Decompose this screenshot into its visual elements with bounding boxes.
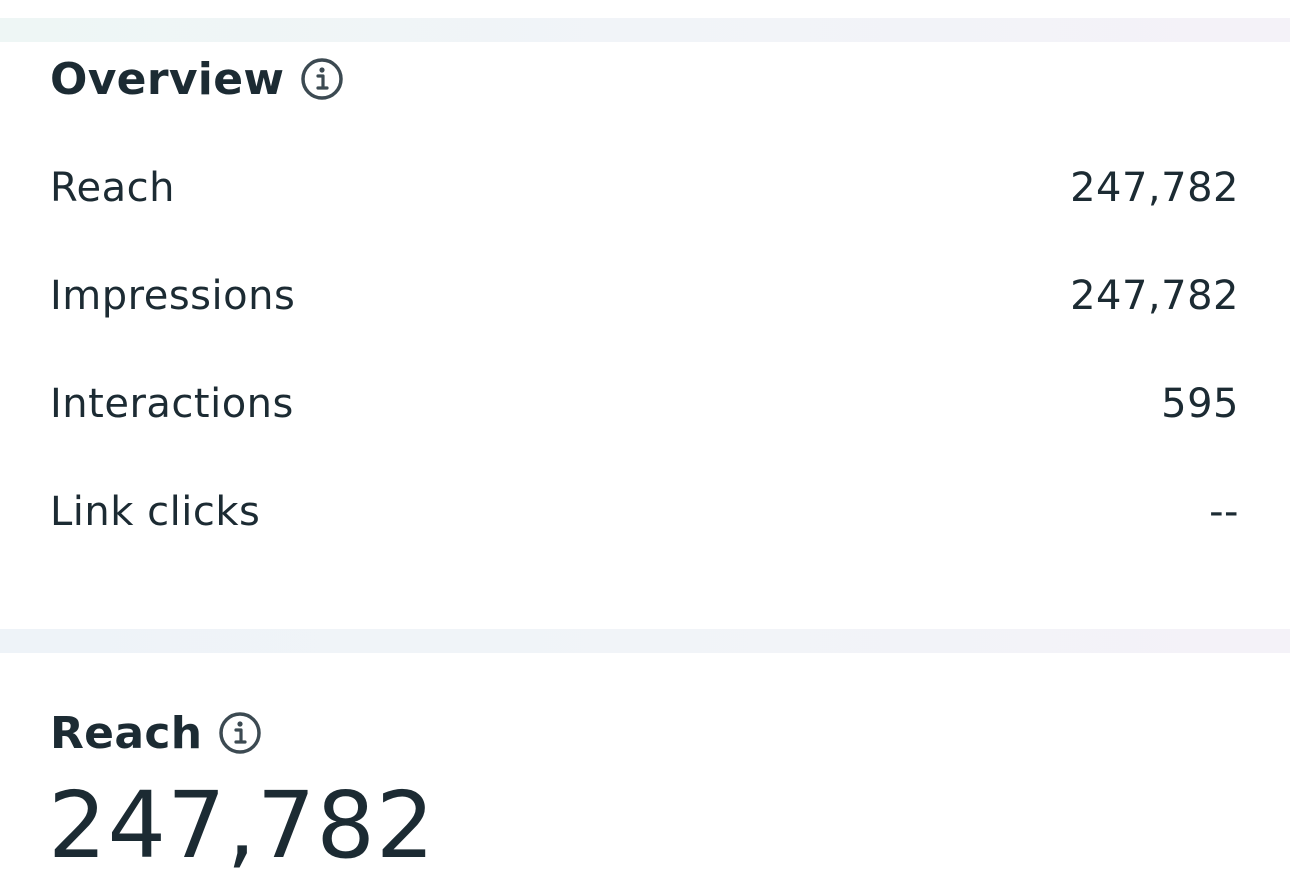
overview-title: Overview [50, 53, 285, 105]
metric-label: Link clicks [50, 489, 261, 535]
section-divider [0, 18, 1290, 42]
metric-row-interactions: Interactions 595 [50, 374, 1239, 434]
info-icon[interactable] [218, 711, 262, 755]
info-icon[interactable] [300, 57, 344, 101]
metric-row-impressions: Impressions 247,782 [50, 266, 1239, 326]
metric-row-link-clicks: Link clicks -- [50, 482, 1239, 542]
metric-label: Interactions [50, 381, 294, 427]
metric-value: 247,782 [1070, 273, 1239, 319]
metric-value: 247,782 [1070, 165, 1239, 211]
metric-row-reach: Reach 247,782 [50, 158, 1239, 218]
top-strip [0, 0, 1290, 18]
section-divider [0, 629, 1290, 653]
metric-label: Impressions [50, 273, 296, 319]
reach-total-value: 247,782 [48, 772, 436, 879]
metric-value: -- [1209, 489, 1239, 535]
metric-label: Reach [50, 165, 175, 211]
metric-value: 595 [1161, 381, 1239, 427]
overview-header: Overview [50, 52, 344, 106]
reach-title: Reach [50, 707, 203, 759]
reach-header: Reach [50, 706, 262, 760]
